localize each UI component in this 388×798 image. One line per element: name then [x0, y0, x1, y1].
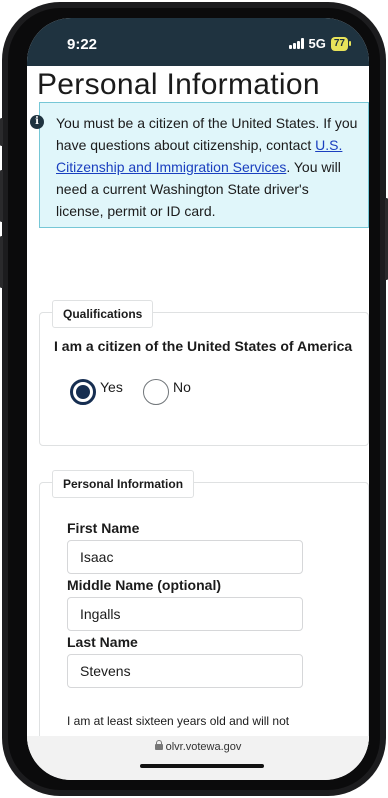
first-name-label: First Name: [67, 520, 140, 536]
browser-url-bar[interactable]: olvr.votewa.gov: [27, 736, 369, 780]
page-title: Personal Information: [37, 68, 320, 101]
citizenship-question: I am a citizen of the United States of A…: [54, 338, 353, 354]
last-name-input[interactable]: [67, 654, 303, 688]
status-bar: 9:22 5G 77: [27, 18, 369, 66]
network-label: 5G: [308, 36, 326, 51]
qualifications-legend: Qualifications: [52, 300, 154, 328]
no-radio-button[interactable]: [143, 379, 169, 405]
personal-info-legend: Personal Information: [52, 470, 195, 498]
no-label[interactable]: No: [173, 379, 191, 395]
phone-screen: 9:22 5G 77 Personal Information i You mu…: [27, 18, 369, 780]
first-name-input[interactable]: [67, 540, 303, 574]
status-indicators: 5G 77: [288, 36, 351, 51]
battery-icon: 77: [330, 36, 348, 51]
alert-text-before: You must be a citizen of the United Stat…: [56, 115, 358, 153]
middle-name-label: Middle Name (optional): [67, 577, 221, 593]
info-icon: i: [30, 115, 44, 129]
url-display[interactable]: olvr.votewa.gov: [27, 740, 369, 753]
side-button-volume-up: [0, 170, 3, 222]
last-name-label: Last Name: [67, 634, 138, 650]
status-time: 9:22: [67, 36, 98, 53]
home-indicator[interactable]: [140, 764, 264, 768]
qualifications-fieldset: Qualifications I am a citizen of the Uni…: [39, 300, 369, 446]
side-button-mute: [0, 118, 3, 146]
radio-option-yes[interactable]: Yes: [70, 379, 123, 405]
side-button-volume-down: [0, 236, 3, 288]
url-text: olvr.votewa.gov: [165, 741, 242, 753]
yes-label[interactable]: Yes: [100, 379, 123, 395]
battery-tip: [349, 41, 351, 46]
radio-option-no[interactable]: No: [143, 379, 191, 405]
lock-icon: [154, 740, 163, 750]
signal-icon: [288, 38, 304, 49]
yes-radio-button[interactable]: [70, 379, 96, 405]
middle-name-input[interactable]: [67, 597, 303, 631]
page-content: Personal Information i You must be a cit…: [27, 66, 369, 780]
citizenship-alert: i You must be a citizen of the United St…: [30, 102, 369, 228]
